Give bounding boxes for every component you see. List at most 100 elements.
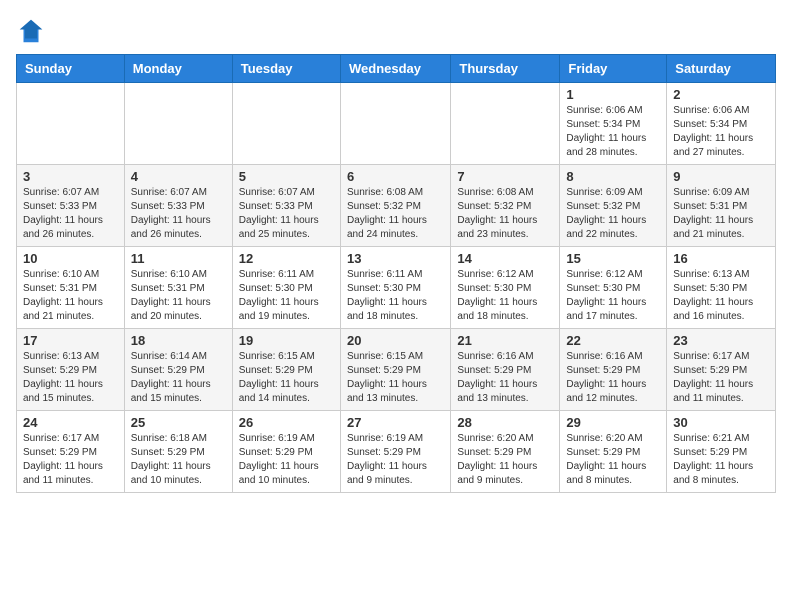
calendar-cell (17, 83, 125, 165)
day-info: Sunrise: 6:07 AM Sunset: 5:33 PM Dayligh… (239, 186, 334, 242)
calendar-week-row: 1 Sunrise: 6:06 AM Sunset: 5:34 PM Daylig… (17, 83, 776, 165)
day-info: Sunrise: 6:09 AM Sunset: 5:32 PM Dayligh… (566, 186, 660, 242)
day-info: Sunrise: 6:06 AM Sunset: 5:34 PM Dayligh… (673, 104, 769, 160)
calendar-cell: 30 Sunrise: 6:21 AM Sunset: 5:29 PM Dayli… (667, 411, 776, 493)
logo-icon (16, 16, 46, 46)
calendar-week-row: 10 Sunrise: 6:10 AM Sunset: 5:31 PM Dayli… (17, 247, 776, 329)
page-header (16, 16, 776, 46)
weekday-header-tuesday: Tuesday (232, 55, 340, 83)
calendar-cell: 14 Sunrise: 6:12 AM Sunset: 5:30 PM Dayli… (451, 247, 560, 329)
day-info: Sunrise: 6:20 AM Sunset: 5:29 PM Dayligh… (457, 432, 553, 488)
day-info: Sunrise: 6:10 AM Sunset: 5:31 PM Dayligh… (23, 268, 118, 324)
day-number: 20 (347, 333, 444, 348)
day-info: Sunrise: 6:12 AM Sunset: 5:30 PM Dayligh… (566, 268, 660, 324)
day-number: 25 (131, 415, 226, 430)
calendar-cell: 15 Sunrise: 6:12 AM Sunset: 5:30 PM Dayli… (560, 247, 667, 329)
day-info: Sunrise: 6:13 AM Sunset: 5:30 PM Dayligh… (673, 268, 769, 324)
calendar-cell: 29Sunrise: 6:20 AM Sunset: 5:29 PM Dayli… (560, 411, 667, 493)
calendar-cell (124, 83, 232, 165)
day-number: 30 (673, 415, 769, 430)
day-number: 10 (23, 251, 118, 266)
day-info: Sunrise: 6:10 AM Sunset: 5:31 PM Dayligh… (131, 268, 226, 324)
calendar-cell: 4 Sunrise: 6:07 AM Sunset: 5:33 PM Daylig… (124, 165, 232, 247)
calendar-cell: 11 Sunrise: 6:10 AM Sunset: 5:31 PM Dayli… (124, 247, 232, 329)
day-number: 12 (239, 251, 334, 266)
day-info: Sunrise: 6:11 AM Sunset: 5:30 PM Dayligh… (347, 268, 444, 324)
day-info: Sunrise: 6:18 AM Sunset: 5:29 PM Dayligh… (131, 432, 226, 488)
day-number: 6 (347, 169, 444, 184)
day-info: Sunrise: 6:17 AM Sunset: 5:29 PM Dayligh… (23, 432, 118, 488)
weekday-header-wednesday: Wednesday (340, 55, 450, 83)
day-number: 26 (239, 415, 334, 430)
calendar-cell: 9Sunrise: 6:09 AM Sunset: 5:31 PM Daylig… (667, 165, 776, 247)
calendar-cell: 7 Sunrise: 6:08 AM Sunset: 5:32 PM Daylig… (451, 165, 560, 247)
day-number: 23 (673, 333, 769, 348)
day-info: Sunrise: 6:13 AM Sunset: 5:29 PM Dayligh… (23, 350, 118, 406)
day-info: Sunrise: 6:16 AM Sunset: 5:29 PM Dayligh… (566, 350, 660, 406)
calendar-cell: 1Sunrise: 6:06 AM Sunset: 5:34 PM Daylig… (560, 83, 667, 165)
day-number: 8 (566, 169, 660, 184)
day-info: Sunrise: 6:11 AM Sunset: 5:30 PM Dayligh… (239, 268, 334, 324)
day-number: 16 (673, 251, 769, 266)
calendar-cell: 12 Sunrise: 6:11 AM Sunset: 5:30 PM Dayli… (232, 247, 340, 329)
calendar-cell: 19Sunrise: 6:15 AM Sunset: 5:29 PM Dayli… (232, 329, 340, 411)
calendar-cell: 13 Sunrise: 6:11 AM Sunset: 5:30 PM Dayli… (340, 247, 450, 329)
day-info: Sunrise: 6:14 AM Sunset: 5:29 PM Dayligh… (131, 350, 226, 406)
calendar-cell: 18 Sunrise: 6:14 AM Sunset: 5:29 PM Dayli… (124, 329, 232, 411)
calendar-cell: 21 Sunrise: 6:16 AM Sunset: 5:29 PM Dayli… (451, 329, 560, 411)
calendar-cell: 20Sunrise: 6:15 AM Sunset: 5:29 PM Dayli… (340, 329, 450, 411)
calendar-cell: 6 Sunrise: 6:08 AM Sunset: 5:32 PM Daylig… (340, 165, 450, 247)
day-number: 5 (239, 169, 334, 184)
calendar-cell: 16 Sunrise: 6:13 AM Sunset: 5:30 PM Dayli… (667, 247, 776, 329)
calendar-cell: 25 Sunrise: 6:18 AM Sunset: 5:29 PM Dayli… (124, 411, 232, 493)
day-number: 1 (566, 87, 660, 102)
day-number: 7 (457, 169, 553, 184)
calendar-cell: 28 Sunrise: 6:20 AM Sunset: 5:29 PM Dayli… (451, 411, 560, 493)
day-number: 24 (23, 415, 118, 430)
day-number: 18 (131, 333, 226, 348)
day-number: 11 (131, 251, 226, 266)
day-info: Sunrise: 6:07 AM Sunset: 5:33 PM Dayligh… (23, 186, 118, 242)
day-number: 15 (566, 251, 660, 266)
calendar-cell (340, 83, 450, 165)
calendar-header-row: SundayMondayTuesdayWednesdayThursdayFrid… (17, 55, 776, 83)
day-info: Sunrise: 6:12 AM Sunset: 5:30 PM Dayligh… (457, 268, 553, 324)
day-info: Sunrise: 6:21 AM Sunset: 5:29 PM Dayligh… (673, 432, 769, 488)
day-info: Sunrise: 6:08 AM Sunset: 5:32 PM Dayligh… (457, 186, 553, 242)
day-info: Sunrise: 6:17 AM Sunset: 5:29 PM Dayligh… (673, 350, 769, 406)
calendar-cell: 3 Sunrise: 6:07 AM Sunset: 5:33 PM Daylig… (17, 165, 125, 247)
calendar-cell: 24 Sunrise: 6:17 AM Sunset: 5:29 PM Dayli… (17, 411, 125, 493)
day-number: 13 (347, 251, 444, 266)
calendar-cell: 22 Sunrise: 6:16 AM Sunset: 5:29 PM Dayli… (560, 329, 667, 411)
weekday-header-thursday: Thursday (451, 55, 560, 83)
day-number: 4 (131, 169, 226, 184)
day-info: Sunrise: 6:19 AM Sunset: 5:29 PM Dayligh… (347, 432, 444, 488)
weekday-header-sunday: Sunday (17, 55, 125, 83)
calendar-week-row: 17 Sunrise: 6:13 AM Sunset: 5:29 PM Dayli… (17, 329, 776, 411)
day-info: Sunrise: 6:19 AM Sunset: 5:29 PM Dayligh… (239, 432, 334, 488)
day-number: 3 (23, 169, 118, 184)
calendar-cell: 8 Sunrise: 6:09 AM Sunset: 5:32 PM Daylig… (560, 165, 667, 247)
calendar-table: SundayMondayTuesdayWednesdayThursdayFrid… (16, 54, 776, 493)
day-info: Sunrise: 6:07 AM Sunset: 5:33 PM Dayligh… (131, 186, 226, 242)
day-number: 17 (23, 333, 118, 348)
weekday-header-friday: Friday (560, 55, 667, 83)
day-info: Sunrise: 6:16 AM Sunset: 5:29 PM Dayligh… (457, 350, 553, 406)
day-number: 21 (457, 333, 553, 348)
calendar-week-row: 24 Sunrise: 6:17 AM Sunset: 5:29 PM Dayli… (17, 411, 776, 493)
day-info: Sunrise: 6:20 AM Sunset: 5:29 PM Dayligh… (566, 432, 660, 488)
calendar-cell: 10 Sunrise: 6:10 AM Sunset: 5:31 PM Dayli… (17, 247, 125, 329)
calendar-cell: 2Sunrise: 6:06 AM Sunset: 5:34 PM Daylig… (667, 83, 776, 165)
calendar-week-row: 3 Sunrise: 6:07 AM Sunset: 5:33 PM Daylig… (17, 165, 776, 247)
calendar-cell: 26 Sunrise: 6:19 AM Sunset: 5:29 PM Dayli… (232, 411, 340, 493)
logo (16, 16, 50, 46)
day-number: 14 (457, 251, 553, 266)
weekday-header-saturday: Saturday (667, 55, 776, 83)
day-number: 28 (457, 415, 553, 430)
calendar-cell: 27 Sunrise: 6:19 AM Sunset: 5:29 PM Dayli… (340, 411, 450, 493)
day-number: 27 (347, 415, 444, 430)
day-number: 9 (673, 169, 769, 184)
day-number: 22 (566, 333, 660, 348)
calendar-cell: 17 Sunrise: 6:13 AM Sunset: 5:29 PM Dayli… (17, 329, 125, 411)
day-info: Sunrise: 6:08 AM Sunset: 5:32 PM Dayligh… (347, 186, 444, 242)
